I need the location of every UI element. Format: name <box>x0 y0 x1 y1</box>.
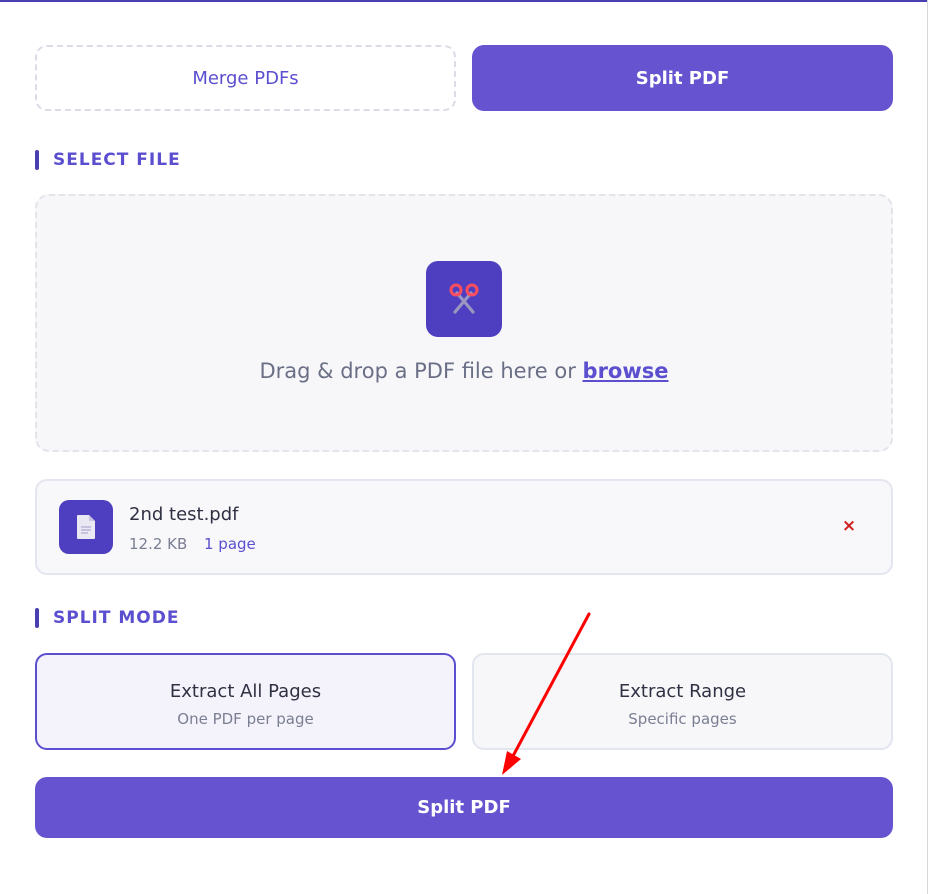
split-mode-heading: SPLIT MODE <box>35 608 179 628</box>
option-extract-range[interactable]: Extract Range Specific pages <box>472 653 893 750</box>
select-file-title: SELECT FILE <box>53 150 181 170</box>
mode-tabs: Merge PDFs Split PDF <box>35 45 893 111</box>
document-icon <box>59 500 113 554</box>
option-subtitle: One PDF per page <box>177 710 314 728</box>
right-border <box>927 0 928 894</box>
remove-file-button[interactable]: × <box>837 514 861 538</box>
split-mode-title: SPLIT MODE <box>53 608 180 628</box>
option-subtitle: Specific pages <box>628 710 737 728</box>
option-title: Extract All Pages <box>169 681 322 702</box>
tab-split-pdf[interactable]: Split PDF <box>472 45 893 111</box>
file-dropzone[interactable]: Drag & drop a PDF file here or browse <box>35 194 893 452</box>
top-border <box>0 0 927 2</box>
browse-link[interactable]: browse <box>583 359 669 383</box>
split-pdf-page: Merge PDFs Split PDF SELECT FILE Drag & … <box>0 0 931 894</box>
scissors-icon <box>426 261 502 337</box>
tab-merge-pdfs[interactable]: Merge PDFs <box>35 45 456 111</box>
select-file-heading: SELECT FILE <box>35 150 181 170</box>
file-size: 12.2 KB <box>129 535 188 553</box>
option-title: Extract Range <box>618 681 747 702</box>
file-name: 2nd test.pdf <box>129 504 239 525</box>
section-accent-bar <box>35 608 39 628</box>
selected-file-card: 2nd test.pdf 12.2 KB 1 page × <box>35 479 893 575</box>
split-pdf-button[interactable]: Split PDF <box>35 777 893 838</box>
dropzone-instructions: Drag & drop a PDF file here or browse <box>37 359 891 383</box>
file-page-count: 1 page <box>204 535 256 553</box>
option-extract-all-pages[interactable]: Extract All Pages One PDF per page <box>35 653 456 750</box>
section-accent-bar <box>35 150 39 170</box>
drop-text: Drag & drop a PDF file here or <box>259 359 576 383</box>
